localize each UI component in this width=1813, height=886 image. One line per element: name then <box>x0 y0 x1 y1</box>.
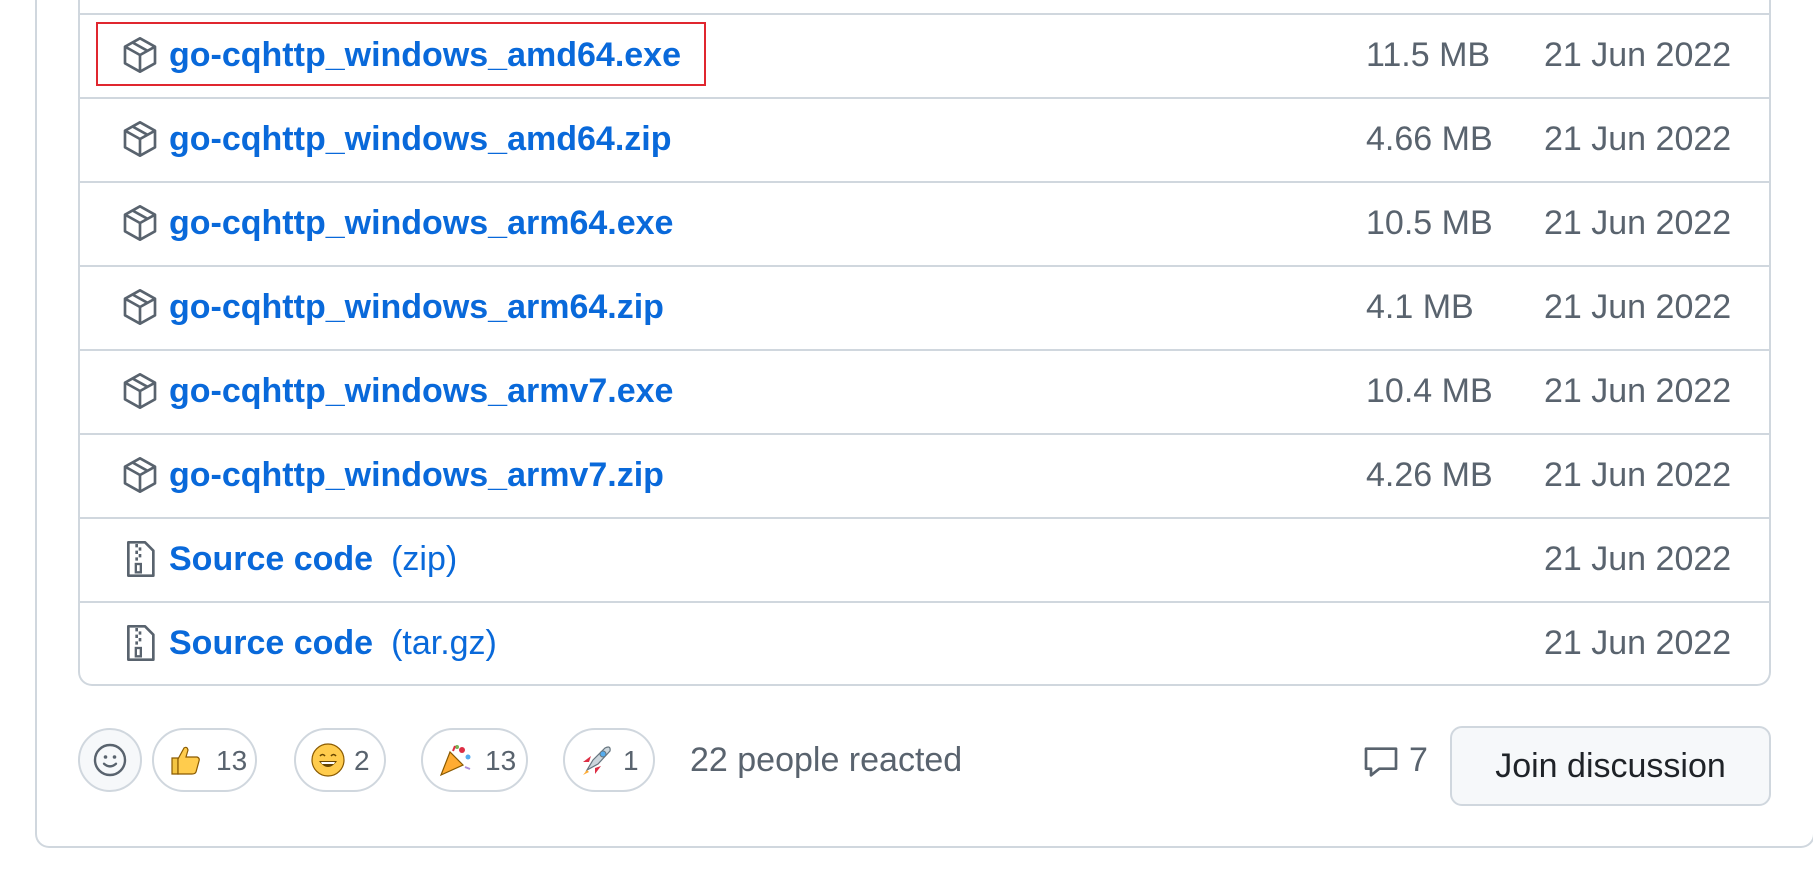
smile-emoji-icon <box>311 743 345 777</box>
asset-row: Source code (zip) 21 Jun 2022 <box>78 517 1771 601</box>
asset-download-link[interactable]: go-cqhttp_windows_armv7.zip <box>169 455 664 495</box>
asset-download-link[interactable]: go-cqhttp_windows_amd64.zip <box>169 119 671 159</box>
asset-download-link[interactable]: go-cqhttp_windows_armv7.exe <box>169 371 673 411</box>
reaction-count: 13 <box>216 745 248 776</box>
asset-date: 21 Jun 2022 <box>1544 624 1732 662</box>
tada-icon <box>439 745 471 777</box>
asset-row: go-cqhttp_windows_amd64.zip 4.66 MB 21 Jun… <box>78 97 1771 181</box>
reaction-summary: 22 people reacted <box>690 741 963 779</box>
reaction-count: 13 <box>485 745 517 776</box>
asset-date: 21 Jun 2022 <box>1544 456 1732 494</box>
reaction-smile[interactable]: 2 <box>294 728 386 792</box>
asset-row: go-cqhttp_windows_arm64.exe 10.5 MB 21 Jun… <box>78 181 1771 265</box>
file-zip-icon <box>120 623 160 663</box>
asset-size: 4.26 MB <box>1366 456 1493 494</box>
file-zip-icon <box>120 539 160 579</box>
asset-size: 10.5 MB <box>1366 204 1493 242</box>
highlight-annotation <box>96 22 706 86</box>
asset-size: 10.4 MB <box>1366 372 1493 410</box>
asset-date: 21 Jun 2022 <box>1544 372 1732 410</box>
asset-download-link[interactable]: go-cqhttp_windows_arm64.exe <box>169 203 673 243</box>
asset-date: 21 Jun 2022 <box>1544 540 1732 578</box>
package-icon <box>120 203 160 243</box>
asset-row: go-cqhttp_windows_arm64.zip 4.1 MB 21 Jun … <box>78 265 1771 349</box>
asset-download-link[interactable]: Source code <box>169 624 373 662</box>
asset-date: 21 Jun 2022 <box>1544 36 1732 74</box>
asset-format-label: (tar.gz) <box>391 624 497 662</box>
package-icon <box>120 371 160 411</box>
asset-date: 21 Jun 2022 <box>1544 204 1732 242</box>
asset-date: 21 Jun 2022 <box>1544 288 1732 326</box>
comment-icon <box>1364 747 1398 777</box>
asset-row: Source code (tar.gz) 21 Jun 2022 <box>78 601 1771 685</box>
add-reaction-button[interactable] <box>78 728 142 792</box>
asset-row: go-cqhttp_windows_armv7.exe 10.4 MB 21 Jun… <box>78 349 1771 433</box>
asset-download-link[interactable]: Source code <box>169 540 373 578</box>
reaction-rocket[interactable]: 1 <box>563 728 655 792</box>
asset-size: 11.5 MB <box>1366 36 1491 74</box>
asset-size: 4.66 MB <box>1366 120 1493 158</box>
asset-format-label: (zip) <box>391 540 458 578</box>
asset-download-link[interactable]: go-cqhttp_windows_arm64.zip <box>169 287 664 327</box>
asset-size: 4.1 MB <box>1366 288 1474 326</box>
rocket-icon <box>583 746 611 775</box>
asset-row: go-cqhttp_windows_armv7.zip 4.26 MB 21 Jun… <box>78 433 1771 517</box>
package-icon <box>120 119 160 159</box>
package-icon <box>120 287 160 327</box>
reaction-bar: 13 2 13 1 22 people reacted 7 Join discu… <box>78 726 1771 806</box>
reaction-tada[interactable]: 13 <box>421 728 528 792</box>
package-icon <box>120 455 160 495</box>
reaction-count: 2 <box>354 745 370 776</box>
reaction-count: 1 <box>623 745 639 776</box>
join-discussion-button[interactable]: Join discussion <box>1450 726 1771 806</box>
thumbs-up-icon <box>171 746 200 775</box>
reaction-thumbs-up[interactable]: 13 <box>152 728 257 792</box>
comments-count: 7 <box>1409 741 1428 779</box>
asset-date: 21 Jun 2022 <box>1544 120 1732 158</box>
smiley-icon <box>93 743 127 777</box>
